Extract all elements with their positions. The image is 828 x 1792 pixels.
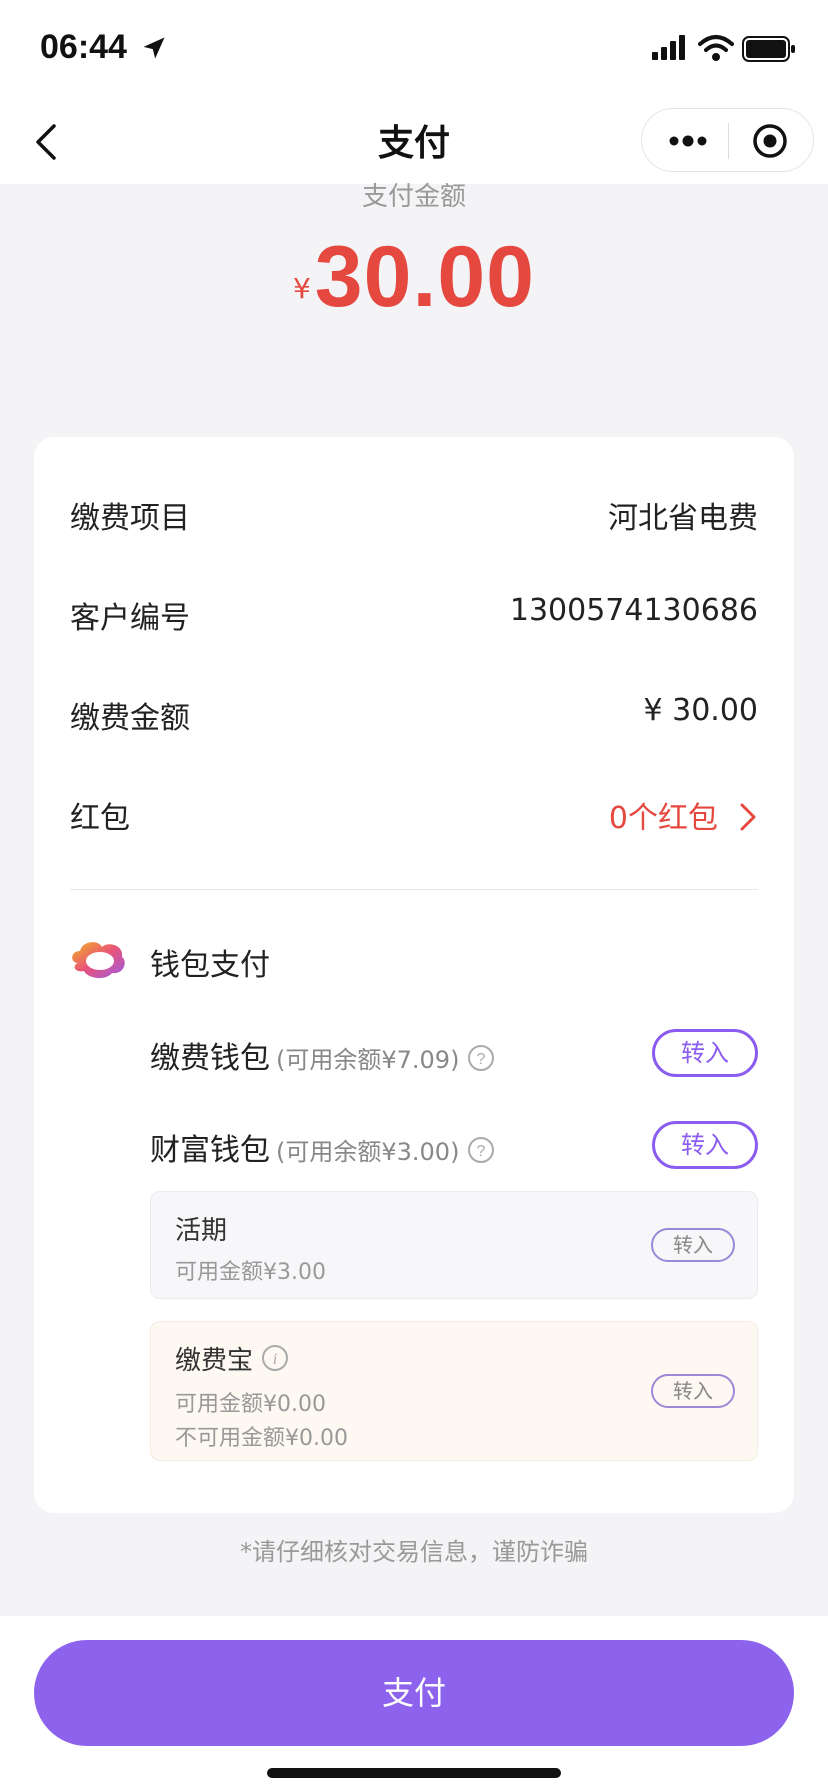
sub-wallet-wealth: 财富钱包 (可用余额¥3.00)? 转入 <box>150 1121 758 1175</box>
transfer-in-button[interactable]: 转入 <box>651 1374 735 1408</box>
subbox-available: 可用金额¥3.00 <box>175 1260 326 1285</box>
demand-deposit-box: 活期 可用金额¥3.00 转入 <box>150 1191 758 1299</box>
pay-button[interactable]: 支付 <box>34 1640 794 1746</box>
help-question-icon[interactable]: ? <box>467 1136 495 1164</box>
amount-display: ¥30.00 <box>0 228 828 327</box>
svg-text:?: ? <box>477 1143 486 1160</box>
bottom-bar: 支付 <box>0 1616 828 1792</box>
detail-value: ¥ 30.00 <box>643 693 758 728</box>
sub-wallet-fee: 缴费钱包 (可用余额¥7.09)? 转入 <box>150 1029 758 1083</box>
red-packet-row[interactable]: 红包 0个红包 <box>70 793 758 843</box>
wallet-balance: (可用余额¥7.09) <box>276 1046 460 1074</box>
signal-icon <box>652 35 685 60</box>
transfer-in-button[interactable]: 转入 <box>651 1228 735 1262</box>
nav-bar: 支付 <box>0 100 828 184</box>
detail-label: 缴费金额 <box>70 701 190 736</box>
wifi-icon <box>698 35 734 61</box>
fraud-notice: *请仔细核对交易信息，谨防诈骗 <box>240 1538 588 1566</box>
capsule-divider <box>728 123 729 159</box>
transfer-in-button[interactable]: 转入 <box>652 1029 758 1077</box>
detail-row-item: 缴费项目 河北省电费 <box>70 493 758 543</box>
transfer-in-button[interactable]: 转入 <box>652 1121 758 1169</box>
detail-value: 河北省电费 <box>608 501 758 536</box>
home-indicator <box>267 1768 561 1778</box>
red-packet-count: 0个红包 <box>608 801 718 836</box>
detail-label: 红包 <box>70 801 130 836</box>
section-divider <box>70 889 758 890</box>
mini-program-capsule <box>641 108 814 172</box>
battery-icon <box>742 36 795 62</box>
fee-treasure-box: 缴费宝 i 可用金额¥0.00 不可用金额¥0.00 转入 <box>150 1321 758 1461</box>
wallet-name: 缴费钱包 <box>150 1041 270 1076</box>
more-dots-icon[interactable] <box>666 125 710 157</box>
detail-value: 1300574130686 <box>509 593 758 628</box>
amount-value: 30.00 <box>314 229 536 325</box>
detail-label: 客户编号 <box>70 601 190 636</box>
svg-text:i: i <box>273 1351 277 1368</box>
detail-row-amount: 缴费金额 ¥ 30.00 <box>70 693 758 743</box>
amount-currency: ¥ <box>292 272 311 305</box>
info-icon[interactable]: i <box>261 1344 289 1372</box>
wallet-pay-title: 钱包支付 <box>150 948 270 983</box>
subbox-available: 可用金额¥0.00 <box>175 1392 326 1417</box>
subbox-title: 活期 <box>175 1216 228 1246</box>
location-arrow-icon <box>143 37 165 59</box>
help-question-icon[interactable]: ? <box>467 1044 495 1072</box>
amount-label: 支付金额 <box>361 182 466 212</box>
subbox-title: 缴费宝 <box>175 1346 254 1376</box>
wallet-logo-icon <box>72 942 125 979</box>
target-icon[interactable] <box>752 123 788 159</box>
chevron-right-icon <box>740 803 756 831</box>
status-bar: 06:44 <box>0 0 828 100</box>
payment-detail-card: 缴费项目 河北省电费 客户编号 1300574130686 缴费金额 ¥ 30.… <box>34 437 794 1513</box>
wallet-balance: (可用余额¥3.00) <box>276 1138 460 1166</box>
detail-label: 缴费项目 <box>70 501 190 536</box>
detail-row-customer-id: 客户编号 1300574130686 <box>70 593 758 643</box>
status-time: 06:44 <box>40 28 127 66</box>
svg-text:?: ? <box>477 1051 486 1068</box>
subbox-unavailable: 不可用金额¥0.00 <box>175 1426 348 1451</box>
wallet-name: 财富钱包 <box>150 1133 270 1168</box>
